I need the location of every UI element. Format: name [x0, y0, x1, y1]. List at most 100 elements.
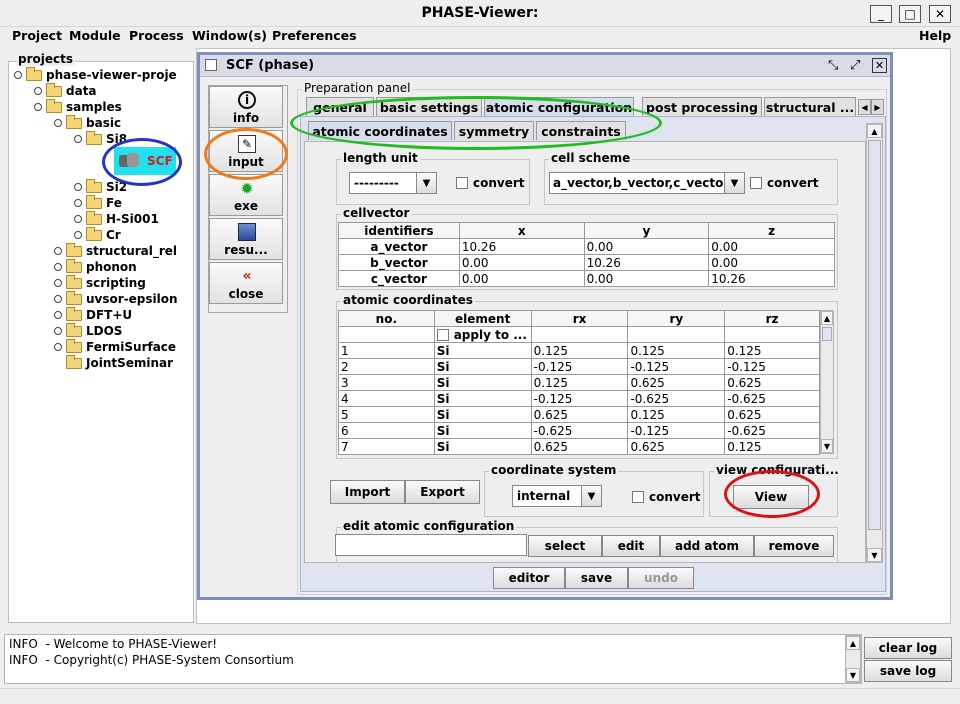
column-header[interactable]: x — [458, 222, 585, 239]
frame-menu-icon[interactable] — [205, 59, 217, 71]
frame-iconify-icon[interactable]: ⤡ — [828, 58, 838, 73]
scroll-thumb[interactable] — [868, 140, 881, 530]
tab-scroll-right-icon[interactable]: ▶ — [871, 99, 884, 115]
tree-toggle-icon[interactable] — [74, 231, 82, 239]
scroll-up-icon[interactable]: ▲ — [821, 311, 833, 325]
tree-item-cr[interactable]: Cr — [74, 226, 121, 243]
scroll-up-icon[interactable]: ▲ — [867, 124, 882, 138]
exe-button[interactable]: ✹ exe — [209, 174, 283, 216]
maximize-button[interactable]: □ — [899, 5, 921, 23]
tab-atomic-configuration[interactable]: atomic configuration — [484, 97, 634, 116]
import-button[interactable]: Import — [330, 480, 405, 504]
menu-process[interactable]: Process — [129, 28, 184, 43]
frame-maximize-icon[interactable]: ⤢ — [850, 58, 860, 73]
tab-post-processing[interactable]: post processing — [642, 97, 762, 116]
export-button[interactable]: Export — [405, 480, 480, 504]
tree-item-jointseminar[interactable]: JointSeminar — [66, 354, 173, 371]
table-row[interactable]: b_vector 0.00 10.26 0.00 — [338, 254, 835, 271]
menu-project[interactable]: Project — [12, 28, 62, 43]
close-window-button[interactable]: ✕ — [929, 5, 951, 23]
subtab-constraints[interactable]: constraints — [536, 121, 626, 140]
tree-toggle-icon[interactable] — [74, 199, 82, 207]
table-row[interactable]: 3 Si 0.125 0.625 0.625 — [338, 374, 820, 391]
cell-scheme-select[interactable]: a_vector,b_vector,c_vector ▼ — [549, 172, 745, 194]
tree-toggle-icon[interactable] — [34, 87, 42, 95]
scroll-down-icon[interactable]: ▼ — [846, 668, 860, 682]
input-button[interactable]: ✎ input — [209, 130, 283, 172]
tree-toggle-icon[interactable] — [54, 279, 62, 287]
tree-toggle-icon[interactable] — [14, 71, 22, 79]
tree-toggle-icon[interactable] — [74, 215, 82, 223]
column-header[interactable]: ry — [627, 310, 726, 327]
table-row[interactable]: 6 Si -0.625 -0.125 -0.625 — [338, 422, 820, 439]
table-row[interactable]: 2 Si -0.125 -0.125 -0.125 — [338, 358, 820, 375]
table-row[interactable]: c_vector 0.00 0.00 10.26 — [338, 270, 835, 287]
tree-toggle-icon[interactable] — [74, 135, 82, 143]
tree-item-structural-rel[interactable]: structural_rel — [54, 243, 188, 259]
tree-item-uvsor-epsilon[interactable]: uvsor-epsilon — [54, 291, 188, 307]
log-area[interactable]: INFO - Welcome to PHASE-Viewer! INFO - C… — [4, 634, 862, 684]
tab-basic-settings[interactable]: basic settings — [376, 97, 482, 116]
edit-configuration-input[interactable] — [335, 534, 527, 556]
subtab-symmetry[interactable]: symmetry — [454, 121, 534, 140]
save-button[interactable]: save — [565, 567, 628, 589]
menu-preferences[interactable]: Preferences — [272, 28, 357, 43]
coordinate-system-select[interactable]: internal ▼ — [512, 485, 602, 507]
tree-item-phase-viewer-project[interactable]: phase-viewer-proje — [14, 66, 177, 83]
tree-toggle-icon[interactable] — [54, 263, 62, 271]
select-button[interactable]: select — [528, 535, 602, 557]
remove-button[interactable]: remove — [754, 535, 834, 557]
length-unit-select[interactable]: --------- ▼ — [349, 172, 437, 194]
column-header[interactable]: element — [433, 310, 532, 327]
tab-general[interactable]: general — [306, 97, 374, 116]
tree-toggle-icon[interactable] — [54, 327, 62, 335]
subtab-atomic-coordinates[interactable]: atomic coordinates — [308, 121, 452, 140]
table-row[interactable]: 1 Si 0.125 0.125 0.125 — [338, 342, 820, 359]
tree-item-scf[interactable]: SCF — [114, 147, 176, 175]
table-row[interactable]: 7 Si 0.625 0.625 0.125 — [338, 438, 820, 455]
menu-module[interactable]: Module — [69, 28, 121, 43]
frame-close-icon[interactable]: ✕ — [872, 58, 887, 73]
tree-toggle-icon[interactable] — [54, 343, 62, 351]
scroll-thumb[interactable] — [822, 327, 832, 341]
table-row[interactable]: 5 Si 0.625 0.125 0.625 — [338, 406, 820, 423]
tree-item-basic[interactable]: basic — [54, 114, 121, 131]
content-scrollbar[interactable]: ▲ ▼ — [866, 123, 883, 563]
tree-item-si8[interactable]: Si8 — [74, 130, 127, 147]
results-button[interactable]: resu... — [209, 218, 283, 260]
column-header[interactable]: z — [708, 222, 835, 239]
editor-button[interactable]: editor — [493, 567, 565, 589]
save-log-button[interactable]: save log — [864, 660, 952, 682]
tree-item-data[interactable]: data — [34, 82, 97, 99]
atomic-table-scrollbar[interactable]: ▲ ▼ — [820, 310, 834, 454]
scroll-down-icon[interactable]: ▼ — [867, 548, 882, 562]
log-scrollbar[interactable]: ▲ ▼ — [845, 635, 861, 683]
tree-item-samples[interactable]: samples — [34, 98, 122, 115]
tree-toggle-icon[interactable] — [54, 295, 62, 303]
tree-toggle-icon[interactable] — [54, 247, 62, 255]
info-button[interactable]: i info — [209, 86, 283, 128]
table-row[interactable]: a_vector 10.26 0.00 0.00 — [338, 238, 835, 255]
tab-scroll-left-icon[interactable]: ◀ — [858, 99, 871, 115]
column-header[interactable]: rx — [530, 310, 629, 327]
view-button[interactable]: View — [733, 485, 809, 509]
clear-log-button[interactable]: clear log — [864, 637, 952, 659]
tree-toggle-icon[interactable] — [34, 103, 42, 111]
tree-item-phonon[interactable]: phonon — [54, 258, 137, 275]
scroll-up-icon[interactable]: ▲ — [846, 636, 860, 650]
close-button[interactable]: « close — [209, 262, 283, 304]
column-header[interactable]: no. — [338, 310, 435, 327]
minimize-button[interactable]: _ — [870, 5, 892, 23]
menu-windows[interactable]: Window(s) — [192, 28, 267, 43]
tree-item-fermisurface[interactable]: FermiSurface — [54, 339, 188, 355]
column-header[interactable]: y — [583, 222, 710, 239]
tab-structural[interactable]: structural ... — [764, 97, 856, 116]
tree-item-si2[interactable]: Si2 — [74, 178, 127, 195]
tree-item-fe[interactable]: Fe — [74, 194, 122, 211]
tree-toggle-icon[interactable] — [54, 119, 62, 127]
cell-scheme-convert[interactable]: convert — [750, 176, 819, 190]
tree-item-ldos[interactable]: LDOS — [54, 322, 122, 339]
tree-item-scripting[interactable]: scripting — [54, 274, 146, 291]
tree-item-dft-u[interactable]: DFT+U — [54, 306, 132, 323]
length-unit-convert[interactable]: convert — [456, 176, 525, 190]
